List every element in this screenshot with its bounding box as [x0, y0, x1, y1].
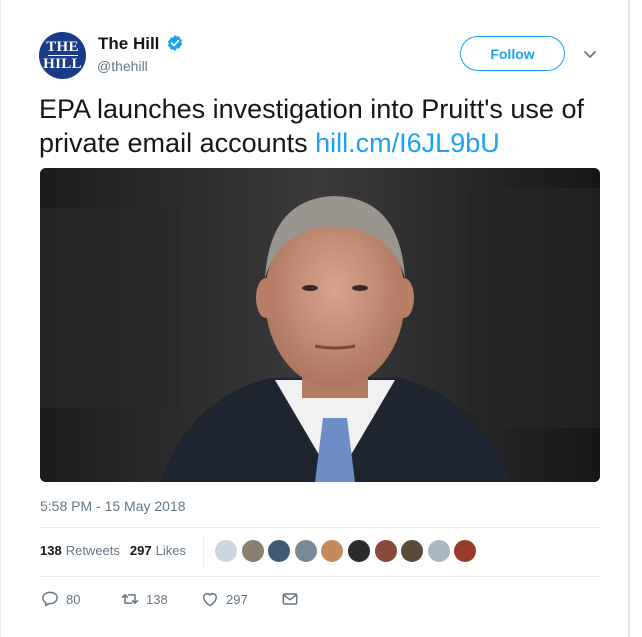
- liker-avatars: [214, 539, 480, 563]
- retweets-count: 138: [40, 543, 62, 558]
- direct-message-button[interactable]: [280, 589, 300, 609]
- liker-avatar[interactable]: [453, 539, 478, 563]
- likes-stat[interactable]: 297 Likes: [130, 543, 186, 558]
- reply-button[interactable]: 80: [40, 589, 80, 609]
- liker-avatar[interactable]: [293, 539, 318, 563]
- liker-avatar[interactable]: [320, 539, 345, 563]
- tweet-timestamp[interactable]: 5:58 PM - 15 May 2018: [40, 498, 186, 514]
- avatar-text-bottom: HILL: [43, 56, 82, 72]
- follow-button[interactable]: Follow: [460, 36, 565, 71]
- tweet-link[interactable]: hill.cm/I6JL9bU: [315, 128, 500, 158]
- chevron-down-icon[interactable]: [582, 46, 598, 62]
- reply-count: 80: [66, 591, 81, 607]
- author-name[interactable]: The Hill: [98, 34, 159, 54]
- retweet-action-count: 138: [146, 591, 168, 607]
- divider: [40, 527, 600, 528]
- heart-icon: [203, 593, 217, 607]
- reply-icon: [42, 591, 58, 607]
- liker-avatar[interactable]: [400, 539, 425, 563]
- like-button[interactable]: 297: [200, 589, 248, 609]
- liker-avatar[interactable]: [373, 539, 398, 563]
- retweets-stat[interactable]: 138 Retweets: [40, 543, 120, 558]
- tweet-body: EPA launches investigation into Pruitt's…: [39, 94, 584, 158]
- retweets-label: Retweets: [65, 543, 120, 558]
- liker-avatar[interactable]: [346, 539, 371, 563]
- photo-portrait-icon: [40, 168, 600, 482]
- tweet-text: EPA launches investigation into Pruitt's…: [39, 92, 619, 160]
- like-action-count: 297: [226, 591, 248, 607]
- right-border: [628, 0, 630, 637]
- avatar-text-top: THE: [46, 38, 79, 55]
- likes-label: Likes: [155, 543, 186, 558]
- stats-separator: [203, 536, 204, 566]
- divider: [40, 576, 600, 577]
- engagement-stats: 138 Retweets 297 Likes: [40, 543, 186, 558]
- liker-avatar[interactable]: [267, 539, 292, 563]
- retweet-icon: [121, 594, 139, 604]
- liker-avatar[interactable]: [214, 539, 238, 563]
- verified-badge-icon: [167, 35, 183, 51]
- retweet-button[interactable]: 138: [120, 589, 168, 609]
- left-border: [0, 0, 1, 637]
- author-handle[interactable]: @thehill: [97, 58, 148, 74]
- tweet-photo[interactable]: [40, 168, 600, 482]
- liker-avatar[interactable]: [426, 539, 451, 563]
- envelope-icon: [282, 593, 298, 605]
- author-avatar[interactable]: THE HILL: [39, 32, 86, 79]
- liker-avatar[interactable]: [240, 539, 265, 563]
- likes-count: 297: [129, 543, 152, 558]
